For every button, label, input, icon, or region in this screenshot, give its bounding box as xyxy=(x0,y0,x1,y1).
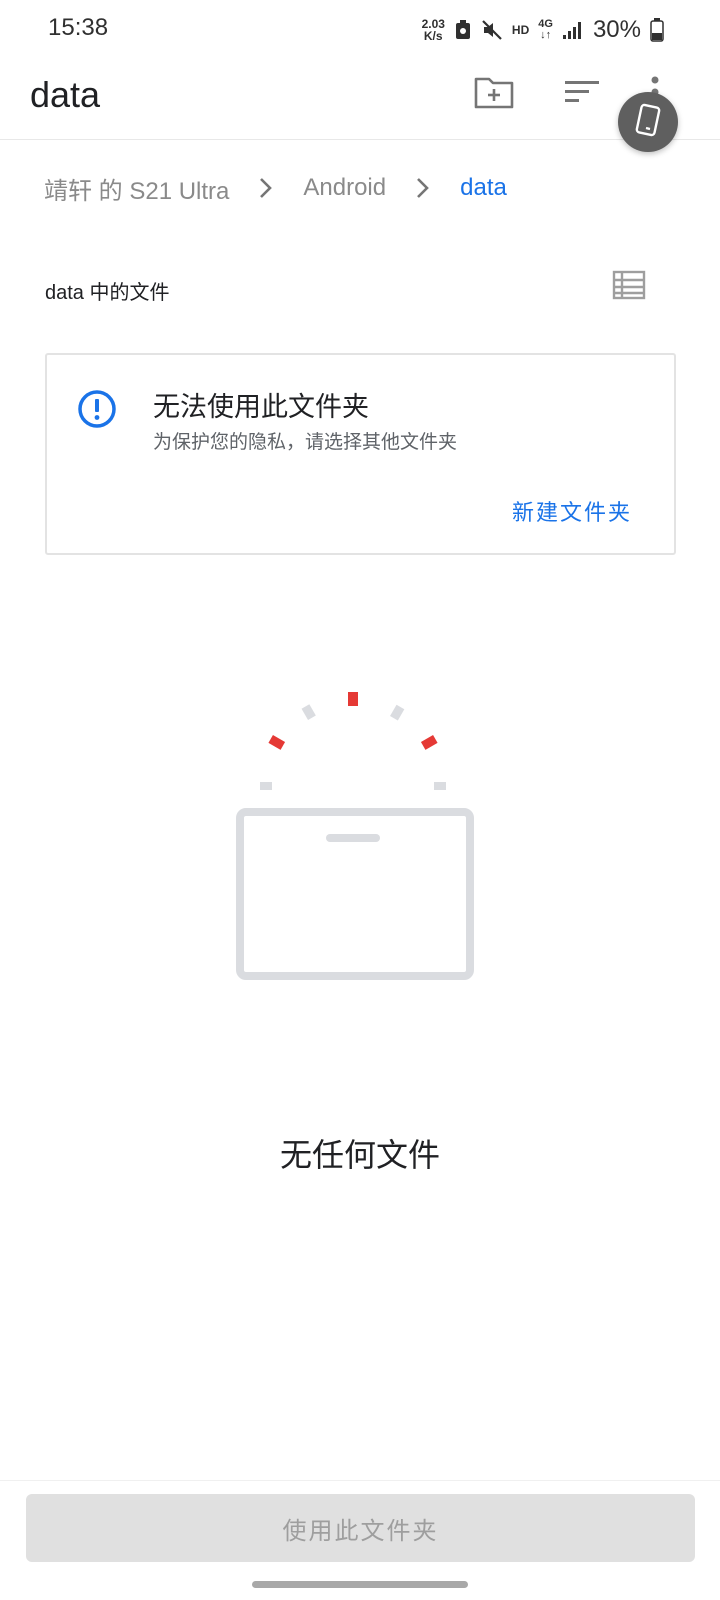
use-folder-button[interactable]: 使用此文件夹 xyxy=(26,1494,695,1562)
net-speed: 2.03 K/s xyxy=(422,18,445,42)
info-icon xyxy=(77,389,117,433)
new-folder-icon xyxy=(474,75,514,113)
breadcrumb-item-data[interactable]: data xyxy=(460,174,507,202)
battery-percent: 30% xyxy=(592,16,641,43)
vpn-lock-icon xyxy=(454,19,472,41)
status-time: 15:38 xyxy=(48,14,109,41)
page-title: data xyxy=(30,74,101,115)
sort-icon xyxy=(564,78,600,110)
chevron-right-icon xyxy=(416,177,430,199)
bottom-divider xyxy=(0,1480,720,1481)
card-subtitle: 为保护您的隐私，请选择其他文件夹 xyxy=(153,431,458,453)
warning-card: 无法使用此文件夹 为保护您的隐私，请选择其他文件夹 新建文件夹 xyxy=(45,353,676,555)
list-view-icon xyxy=(612,270,646,304)
new-folder-link[interactable]: 新建文件夹 xyxy=(512,495,632,527)
new-folder-button[interactable] xyxy=(468,74,520,114)
floating-device-button[interactable] xyxy=(618,92,678,152)
section-title: data 中的文件 xyxy=(45,282,170,304)
mute-icon xyxy=(481,19,503,41)
phone-icon xyxy=(634,103,662,141)
hd-badge: HD xyxy=(511,23,530,37)
breadcrumb-item-device[interactable]: 靖轩 的 S21 Ultra xyxy=(44,171,229,206)
data-arrows-icon: ↓↑ xyxy=(540,29,552,41)
app-bar: data xyxy=(0,60,720,140)
network-type: 4G ↓↑ xyxy=(538,19,553,41)
navigation-handle[interactable] xyxy=(252,1581,468,1588)
battery-icon xyxy=(650,18,664,42)
net-speed-unit: K/s xyxy=(423,29,443,43)
chevron-right-icon xyxy=(259,177,273,199)
card-title: 无法使用此文件夹 xyxy=(153,392,369,423)
breadcrumb: 靖轩 的 S21 Ultra Android data xyxy=(44,168,507,208)
empty-box-illustration xyxy=(232,690,488,990)
breadcrumb-item-android[interactable]: Android xyxy=(303,174,386,202)
empty-state-text: 无任何文件 xyxy=(279,1136,440,1174)
status-icons: 2.03 K/s HD 4G ↓↑ 30% xyxy=(422,14,664,46)
status-bar: 15:38 2.03 K/s HD 4G ↓↑ 30% xyxy=(0,0,720,60)
sort-button[interactable] xyxy=(556,74,608,114)
signal-icon xyxy=(562,20,584,40)
view-toggle-button[interactable] xyxy=(612,270,648,302)
